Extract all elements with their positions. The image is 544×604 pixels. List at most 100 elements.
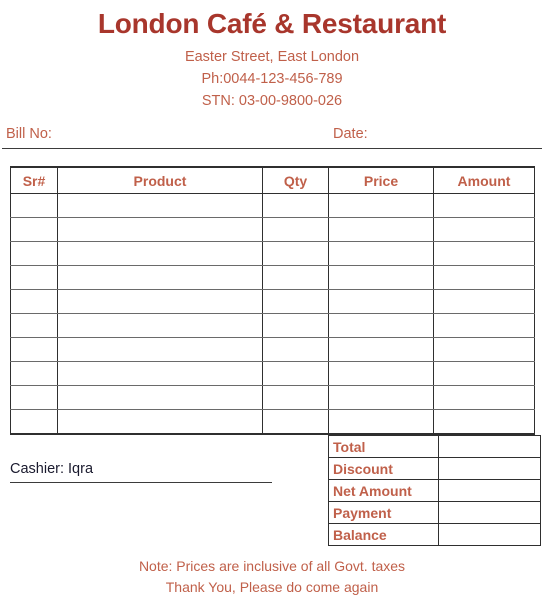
cell-price[interactable] [328,217,434,242]
totals-row: Total [328,435,541,458]
table-row [10,361,535,386]
totals-label-payment: Payment [328,501,439,524]
cell-product[interactable] [57,265,263,290]
cell-qty[interactable] [262,241,329,266]
cell-price[interactable] [328,241,434,266]
cell-amount[interactable] [433,241,535,266]
table-row [10,217,535,242]
table-row [10,313,535,338]
receipt-footer: Note: Prices are inclusive of all Govt. … [0,551,544,598]
bill-meta-row: Bill No: Date: [2,126,542,149]
cell-sr[interactable] [10,361,58,386]
cell-sr[interactable] [10,193,58,218]
table-row [10,265,535,290]
cell-price[interactable] [328,361,434,386]
table-row [10,289,535,314]
cell-qty[interactable] [262,337,329,362]
column-header-amount: Amount [433,166,535,194]
cell-sr[interactable] [10,289,58,314]
cell-price[interactable] [328,337,434,362]
shop-address: Easter Street, East London [184,49,360,65]
totals-table-body: Total Discount Net Amount Payment Balance [328,435,541,546]
cell-sr[interactable] [10,385,58,410]
totals-label-discount: Discount [328,457,439,480]
cell-price[interactable] [328,385,434,410]
cell-qty[interactable] [262,265,329,290]
column-header-sr: Sr# [10,166,58,194]
bottom-section: Cashier: Iqra Total Discount Net Amount Pay… [10,435,541,551]
table-row [10,241,535,266]
cell-amount[interactable] [433,289,535,314]
cell-amount[interactable] [433,337,535,362]
cell-qty[interactable] [262,385,329,410]
shop-title: London Café & Restaurant [97,8,447,39]
cell-product[interactable] [57,361,263,386]
cashier-field[interactable]: Cashier: Iqra [10,461,272,483]
totals-row: Payment [328,501,541,524]
totals-value-discount[interactable] [438,457,541,480]
date-label: Date: [333,126,368,142]
totals-table: Total Discount Net Amount Payment Balance [328,435,541,546]
totals-label-balance: Balance [328,523,439,546]
cell-qty[interactable] [262,217,329,242]
totals-row: Net Amount [328,479,541,502]
cell-amount[interactable] [433,361,535,386]
table-row [10,409,535,435]
shop-stn: STN: 03-00-9800-026 [201,93,343,109]
cell-qty[interactable] [262,289,329,314]
totals-value-balance[interactable] [438,523,541,546]
cell-sr[interactable] [10,313,58,338]
cell-product[interactable] [57,313,263,338]
cell-product[interactable] [57,217,263,242]
cell-amount[interactable] [433,313,535,338]
cell-product[interactable] [57,193,263,218]
cell-price[interactable] [328,289,434,314]
totals-row: Discount [328,457,541,480]
cell-qty[interactable] [262,193,329,218]
totals-value-net-amount[interactable] [438,479,541,502]
table-row [10,385,535,410]
cell-product[interactable] [57,289,263,314]
totals-value-payment[interactable] [438,501,541,524]
cell-amount[interactable] [433,409,535,435]
table-row [10,193,535,218]
column-header-qty: Qty [262,166,329,194]
cell-product[interactable] [57,337,263,362]
cell-price[interactable] [328,409,434,435]
cell-product[interactable] [57,385,263,410]
cell-price[interactable] [328,265,434,290]
cell-product[interactable] [57,241,263,266]
table-row [10,337,535,362]
items-table-header-row: Sr# Product Qty Price Amount [10,166,535,194]
cell-amount[interactable] [433,385,535,410]
totals-value-total[interactable] [438,435,541,458]
column-header-price: Price [328,166,434,194]
cell-qty[interactable] [262,409,329,435]
cell-product[interactable] [57,409,263,435]
cell-sr[interactable] [10,217,58,242]
cell-qty[interactable] [262,361,329,386]
footer-note: Note: Prices are inclusive of all Govt. … [138,558,406,574]
cell-sr[interactable] [10,337,58,362]
cell-sr[interactable] [10,409,58,435]
receipt-header: London Café & Restaurant Easter Street, … [0,0,544,112]
totals-label-total: Total [328,435,439,458]
totals-row: Balance [328,523,541,546]
items-table-body [10,193,535,435]
items-table: Sr# Product Qty Price Amount [10,166,535,435]
shop-phone: Ph:0044-123-456-789 [201,71,343,87]
cell-price[interactable] [328,193,434,218]
receipt-page: London Café & Restaurant Easter Street, … [0,0,544,604]
items-table-wrap: Sr# Product Qty Price Amount [10,166,535,435]
bill-no-label: Bill No: [6,126,52,142]
cell-sr[interactable] [10,241,58,266]
totals-label-net-amount: Net Amount [328,479,439,502]
cell-sr[interactable] [10,265,58,290]
cell-qty[interactable] [262,313,329,338]
cell-amount[interactable] [433,217,535,242]
column-header-product: Product [57,166,263,194]
cell-amount[interactable] [433,193,535,218]
cell-amount[interactable] [433,265,535,290]
footer-thanks: Thank You, Please do come again [165,579,379,595]
cell-price[interactable] [328,313,434,338]
